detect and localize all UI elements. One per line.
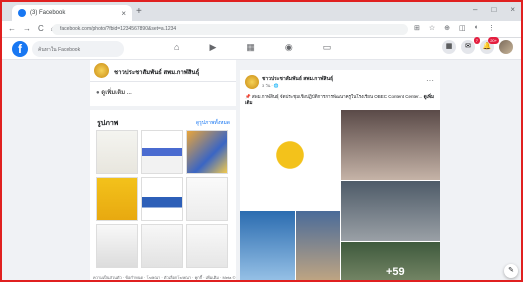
tab-strip: (3) Facebook × + – □ × [2,2,521,21]
photo-thumb[interactable] [186,177,228,221]
photo-thumb[interactable] [96,130,138,174]
window-controls: – □ × [473,5,515,14]
profile-icon[interactable]: ◐ [475,24,479,32]
extension-icon[interactable]: ⊕ [444,24,450,32]
more-photos-count[interactable]: +59 [386,266,405,278]
address-bar[interactable]: facebook.com/photo/?fbid=1234567890&set=… [52,24,408,35]
reload-button[interactable]: C [38,24,44,33]
messenger-icon[interactable]: ✉ 7 [461,37,480,54]
account-avatar[interactable] [499,40,513,54]
compose-message-icon[interactable]: ✎ [504,264,518,278]
post-author-avatar[interactable] [245,75,259,89]
messenger-badge: 7 [473,37,480,44]
post-options-icon[interactable]: ··· [426,76,434,85]
minimize-button[interactable]: – [473,5,477,14]
video-icon[interactable]: ▶ [209,42,216,53]
post-media-collage: +59 [240,110,440,280]
facebook-favicon-icon [18,9,26,17]
feed-post: ชาวประชาสัมพันธ์ สพม.กาฬสินธุ์ 3 วัน · 🌐… [240,70,440,280]
facebook-right-actions: ▦ ✉ 7 🔔 20+ [442,37,513,54]
facebook-header: f ค้นหาใน Facebook ⌂ ▶ ▦ ◉ ▭ ▦ ✉ 7 🔔 20+ [2,37,521,60]
photo-thumb[interactable] [186,130,228,174]
apps-icon[interactable]: ⊞ [414,24,420,32]
forward-button[interactable]: → [23,24,31,33]
new-tab-button[interactable]: + [136,6,142,17]
post-photo[interactable] [341,110,440,180]
right-sidebar [444,60,521,280]
post-photo[interactable] [341,181,440,241]
notifications-icon[interactable]: 🔔 20+ [480,37,499,54]
menu-icon[interactable]: ⋮ [488,24,495,32]
post-photo[interactable] [240,110,340,210]
see-more-link[interactable]: ● ดูเพิ่มเติม ... [96,87,132,97]
nav-buttons: ← → C ⌂ [8,24,56,33]
facebook-logo[interactable]: f [12,41,28,57]
facebook-nav: ⌂ ▶ ▦ ◉ ▭ [174,42,331,53]
footer-links[interactable]: ความเป็นส่วนตัว · ข้อกำหนด · โฆษณา · ตัว… [90,274,236,280]
bookmark-star-icon[interactable]: ☆ [429,24,435,32]
intro-card: ● ดูเพิ่มเติม ... [90,82,236,106]
post-text: 📌 สพม.กาฬสินธุ์ จัดประชุมเชิงปฏิบัติการก… [245,94,435,106]
photo-thumb[interactable] [186,224,228,268]
photos-card: รูปภาพ ดูรูปภาพทั้งหมด ความเป็นส่วนตัว ·… [90,110,236,280]
photo-thumb[interactable] [141,177,183,221]
see-all-photos-link[interactable]: ดูรูปภาพทั้งหมด [196,119,230,127]
post-body: 📌 สพม.กาฬสินธุ์ จัดประชุมเชิงปฏิบัติการก… [245,94,423,99]
page-name[interactable]: ชาวประชาสัมพันธ์ สพม.กาฬสินธุ์ [114,67,199,77]
see-more-label: ดูเพิ่มเติม [101,90,126,96]
photo-thumb[interactable] [141,130,183,174]
maximize-button[interactable]: □ [491,5,496,14]
marketplace-icon[interactable]: ▦ [246,42,255,53]
extension-icons: ⊞ ☆ ⊕ ◫ ◐ ⋮ [414,24,495,32]
notifications-badge: 20+ [488,37,499,44]
tab-title: (3) Facebook [30,10,66,16]
close-window-button[interactable]: × [510,5,515,14]
post-photo[interactable] [296,211,340,280]
post-timestamp[interactable]: 3 วัน · 🌐 [262,82,279,89]
back-button[interactable]: ← [8,24,16,33]
gaming-icon[interactable]: ▭ [323,42,332,53]
photo-thumb[interactable] [96,224,138,268]
browser-tab[interactable]: (3) Facebook × [12,5,132,21]
info-icon: ● [96,90,100,96]
browser-window: (3) Facebook × + – □ × ← → C ⌂ facebook.… [0,0,523,282]
side-panel-icon[interactable]: ◫ [459,24,466,32]
messenger-glyph: ✉ [465,43,471,50]
home-icon[interactable]: ⌂ [174,42,179,53]
menu-grid-icon[interactable]: ▦ [442,40,456,54]
post-photo[interactable] [240,211,295,280]
facebook-search-input[interactable]: ค้นหาใน Facebook [32,41,124,57]
bell-glyph: 🔔 [482,43,492,50]
page-logo[interactable] [94,63,109,78]
photo-thumb[interactable] [141,224,183,268]
browser-toolbar: ← → C ⌂ facebook.com/photo/?fbid=1234567… [2,21,521,38]
tab-close-icon[interactable]: × [121,9,126,18]
page-header-card: ชาวประชาสัมพันธ์ สพม.กาฬสินธุ์ [90,60,236,82]
photo-thumb[interactable] [96,177,138,221]
groups-icon[interactable]: ◉ [285,42,293,53]
photos-title: รูปภาพ [97,120,119,127]
photo-grid [96,130,230,268]
